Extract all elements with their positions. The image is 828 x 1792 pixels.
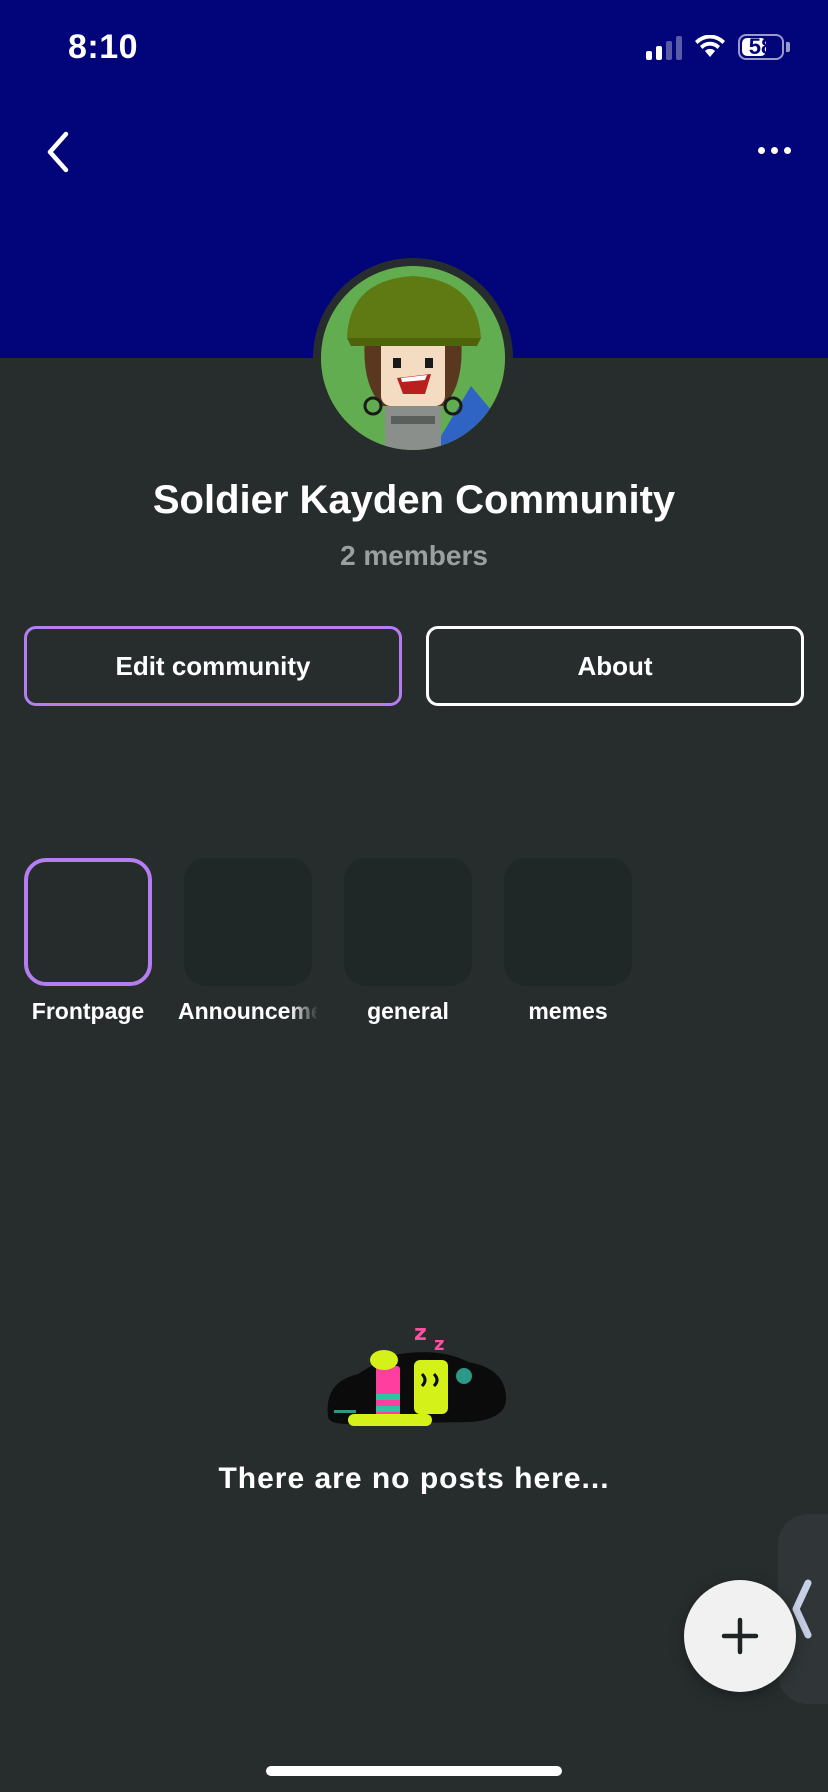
wifi-icon	[695, 35, 725, 57]
channel-tile	[24, 858, 152, 986]
about-button[interactable]: About	[426, 626, 804, 706]
svg-text:z: z	[414, 1321, 427, 1346]
home-indicator[interactable]	[266, 1766, 562, 1776]
svg-text:z: z	[434, 1334, 444, 1355]
channel-tile	[344, 858, 472, 986]
battery-level: 58	[748, 34, 774, 59]
channel-label: general	[367, 998, 449, 1024]
create-post-button[interactable]	[684, 1580, 796, 1692]
more-dot	[783, 146, 791, 154]
channel-memes[interactable]: memes	[504, 858, 632, 1025]
community-name: Soldier Kayden Community	[152, 478, 676, 522]
channel-label: memes	[528, 998, 608, 1024]
channel-tile	[504, 858, 632, 986]
edit-community-button[interactable]: Edit community	[24, 626, 402, 706]
channel-label: Announcements	[178, 998, 318, 1024]
channel-list: Frontpage Announcements general memes	[24, 858, 632, 1025]
back-button[interactable]	[36, 126, 80, 178]
more-dot	[757, 146, 765, 154]
more-dot	[770, 146, 778, 154]
community-avatar[interactable]	[313, 258, 513, 458]
status-icons: 58	[646, 34, 790, 60]
channel-label: Frontpage	[31, 998, 145, 1024]
channel-frontpage[interactable]: Frontpage	[24, 858, 152, 1025]
channel-general[interactable]: general	[344, 858, 472, 1025]
community-screen: 8:10 58 Soldier Kayden Community 2 membe…	[0, 0, 828, 1792]
battery-icon: 58	[738, 34, 784, 60]
more-options-button[interactable]	[748, 132, 800, 168]
plus-icon	[721, 1617, 759, 1655]
status-time: 8:10	[68, 28, 139, 66]
channel-announcements[interactable]: Announcements	[178, 858, 318, 1025]
cellular-signal-icon	[646, 34, 682, 60]
empty-state-message: There are no posts here...	[218, 1462, 610, 1495]
channel-tile	[184, 858, 312, 986]
battery-nub	[786, 42, 790, 52]
avatar-image	[321, 266, 505, 450]
sleeping-mascot-icon: z z	[327, 1321, 507, 1426]
member-count[interactable]: 2 members	[0, 540, 828, 572]
chevron-left-icon	[47, 131, 69, 173]
